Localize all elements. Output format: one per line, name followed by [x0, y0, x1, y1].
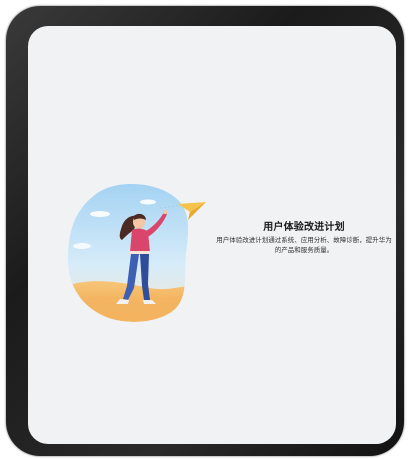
page-title: 用户体验改进计划 — [263, 222, 345, 233]
description-text: 用户体验改进计划通过系统、应用分析、故障诊断，提升华为的产品和服务质量。 — [216, 236, 392, 254]
woman-with-paper-plane-illustration — [68, 183, 206, 322]
device-frame: 用户体验改进计划 用户体验改进计划通过系统、应用分析、故障诊断，提升华为的产品和… — [6, 6, 404, 456]
screen: 用户体验改进计划 用户体验改进计划通过系统、应用分析、故障诊断，提升华为的产品和… — [28, 26, 396, 444]
improvement-plan-info: 用户体验改进计划 用户体验改进计划通过系统、应用分析、故障诊断，提升华为的产品和… — [212, 221, 396, 255]
